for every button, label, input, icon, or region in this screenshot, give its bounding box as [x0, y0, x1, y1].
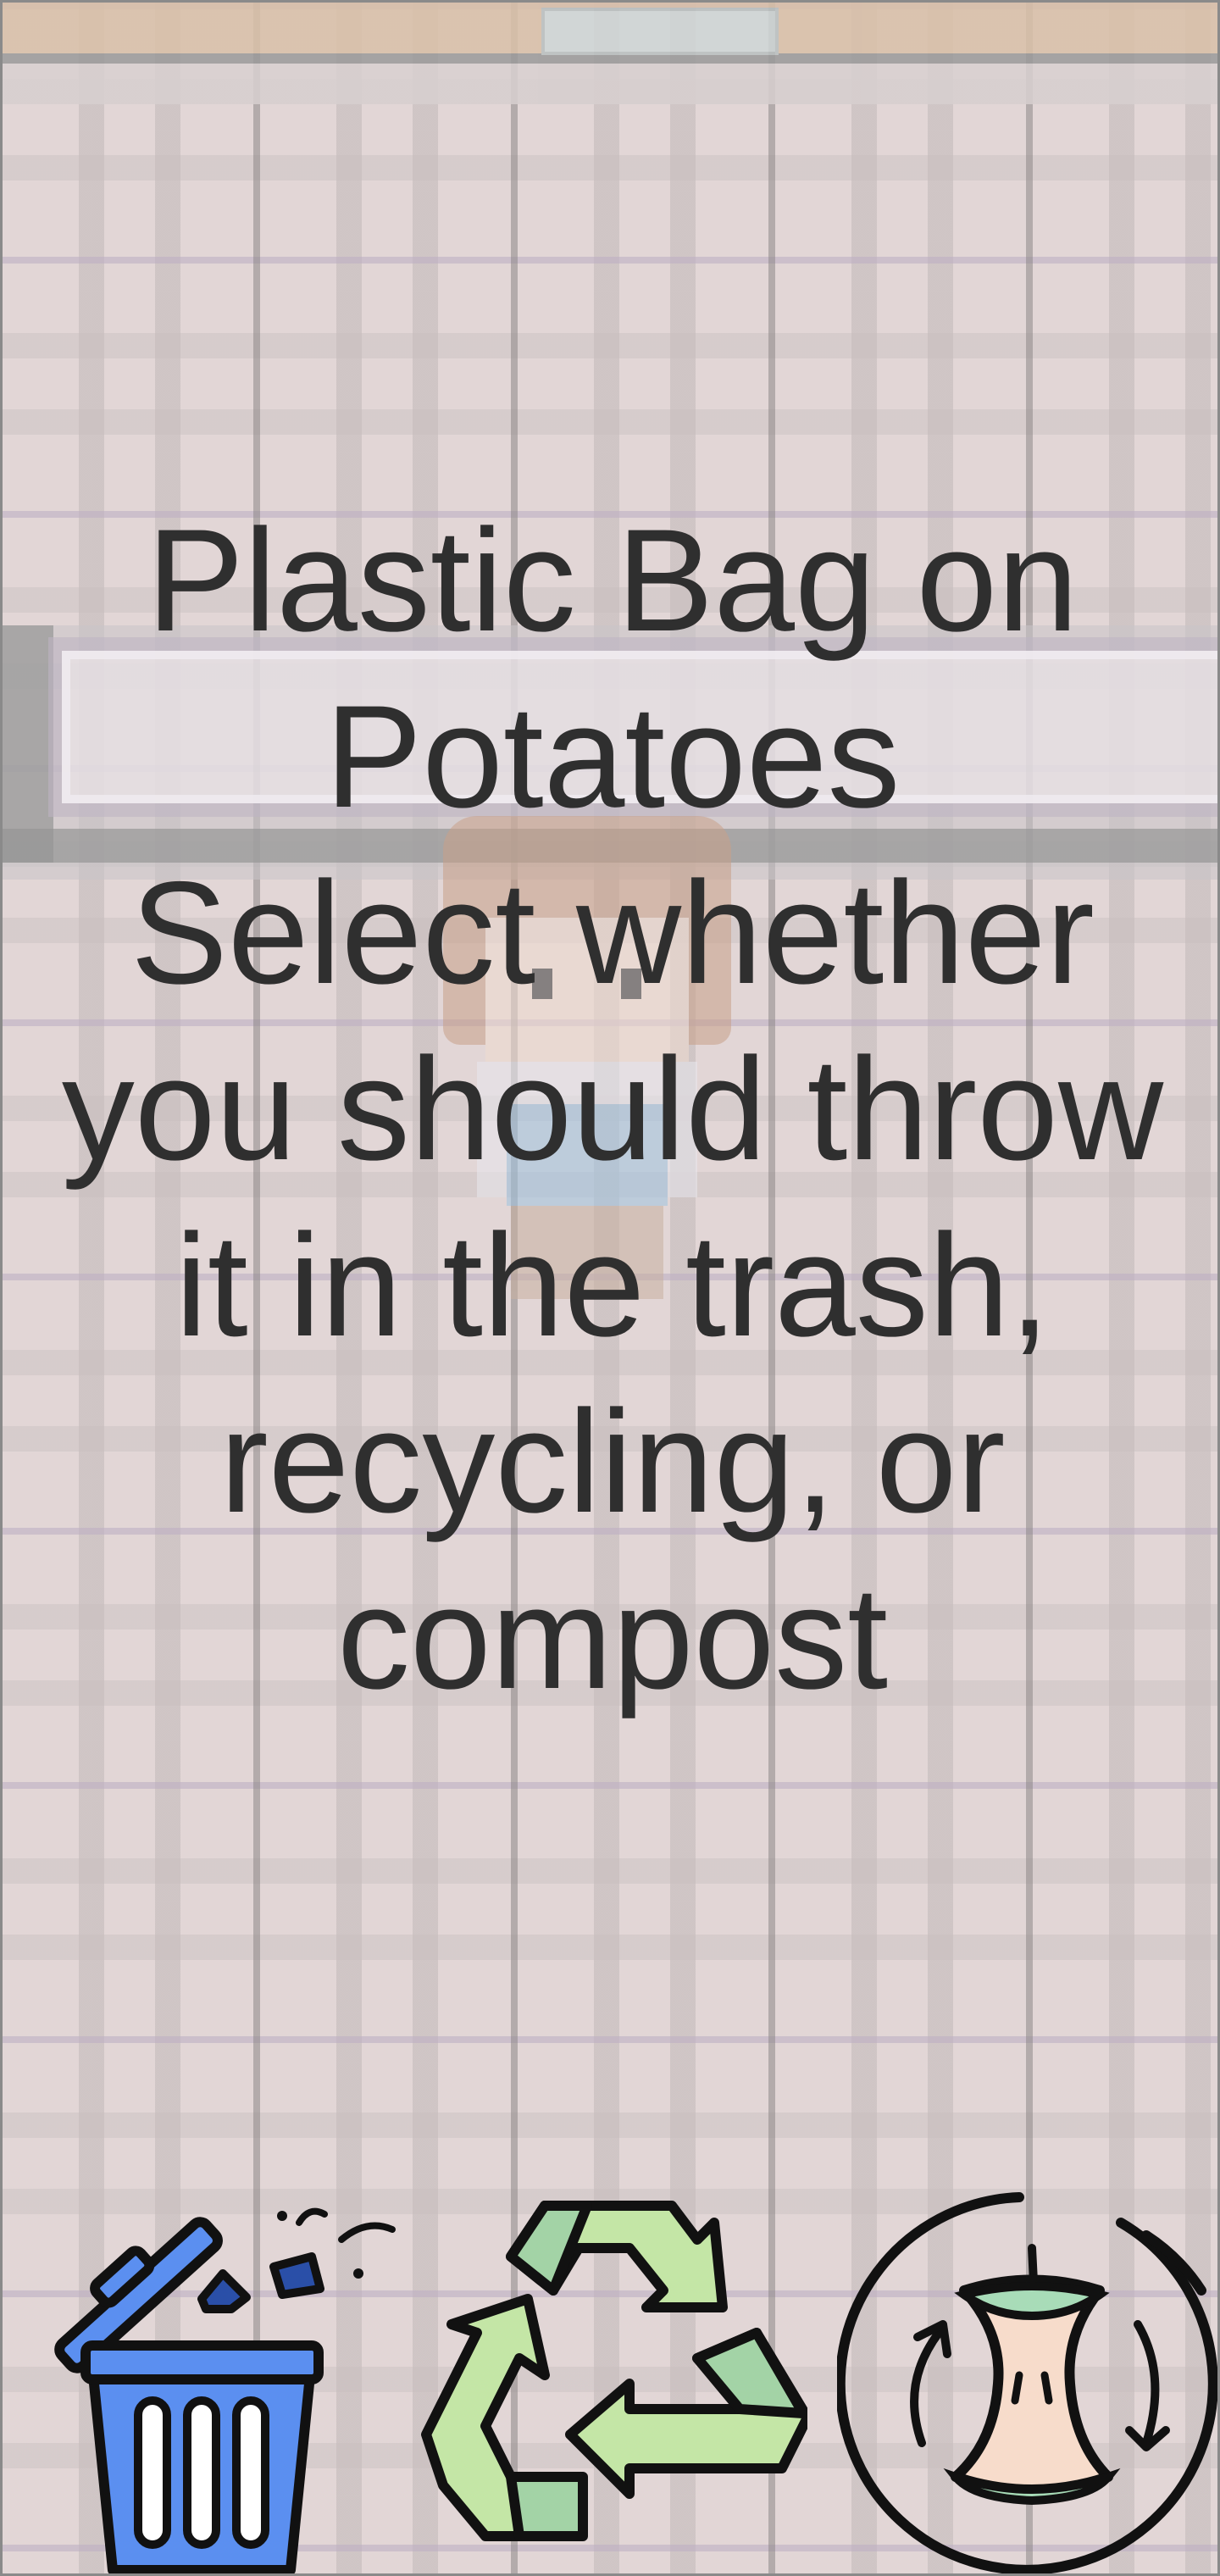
game-screen: Plastic Bag on Potatoes Select whether y… [0, 0, 1220, 2576]
prompt-panel: Plastic Bag on Potatoes Select whether y… [19, 492, 1206, 1726]
instruction-text: Select whether you should throw it in th… [61, 852, 1164, 1719]
item-name: Plastic Bag on Potatoes [147, 499, 1079, 838]
recycling-option-button[interactable] [418, 2189, 807, 2573]
back-wall [3, 3, 1217, 104]
sorting-options [3, 2189, 1217, 2573]
wall-window [541, 8, 779, 55]
apple-core-compost-icon [837, 2192, 1217, 2573]
trash-bin-icon [54, 2207, 396, 2573]
compost-option-button[interactable] [837, 2189, 1217, 2573]
trash-option-button[interactable] [19, 2189, 409, 2573]
recycle-arrows-icon [421, 2201, 807, 2541]
